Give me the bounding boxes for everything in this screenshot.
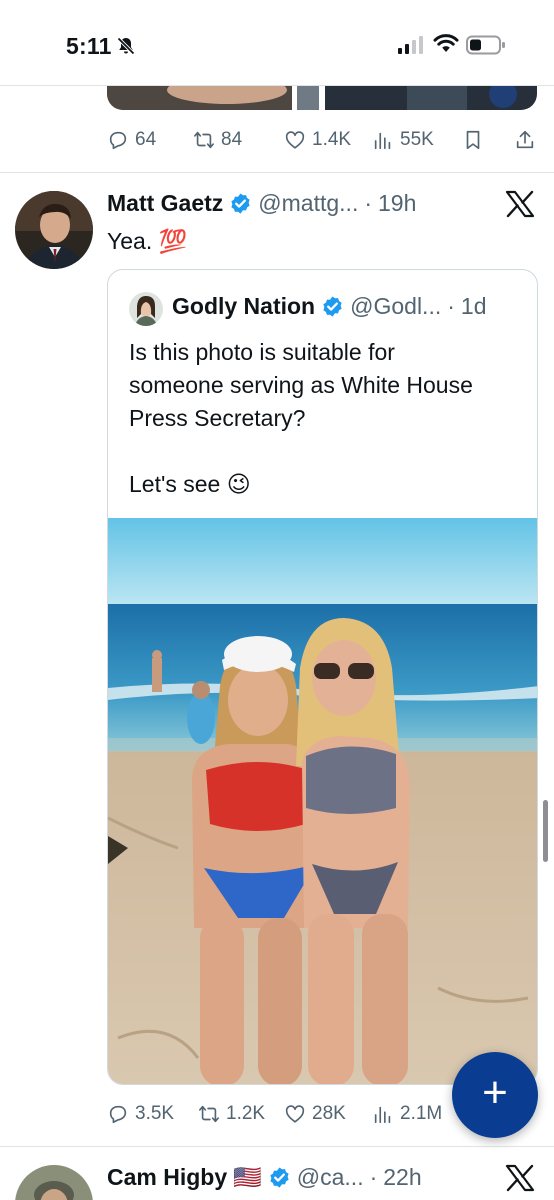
separator-dot: · — [364, 190, 373, 216]
retweet-icon — [199, 1105, 219, 1123]
reply-count: 3.5K — [135, 1103, 175, 1124]
quote-author-handle: @Godl... — [350, 293, 442, 319]
quote-time: 1d — [460, 293, 487, 319]
next-tweet-time[interactable]: 22h — [383, 1164, 421, 1191]
share-button[interactable] — [514, 125, 536, 155]
verified-icon — [270, 1167, 289, 1188]
verified-icon — [323, 296, 342, 317]
reply-icon — [109, 131, 127, 150]
reply-count: 64 — [135, 129, 157, 150]
previous-tweet-media[interactable] — [107, 86, 537, 110]
scroll-indicator[interactable] — [543, 800, 548, 862]
bookmark-button[interactable] — [462, 125, 484, 155]
reply-button[interactable]: 64 — [107, 125, 156, 155]
views-icon — [374, 132, 391, 150]
bookmark-icon — [466, 130, 480, 150]
retweet-count: 84 — [221, 129, 243, 150]
views-button[interactable]: 2.1M — [372, 1099, 442, 1129]
retweet-button[interactable]: 84 — [193, 125, 242, 155]
quote-author-name: Godly Nation — [172, 293, 316, 319]
compose-button[interactable]: + — [452, 1052, 538, 1138]
retweet-icon — [194, 131, 214, 149]
like-count: 28K — [312, 1103, 346, 1124]
signal-icon — [398, 36, 423, 54]
quoted-tweet-card[interactable]: Godly Nation @Godl... · 1d Is this photo… — [107, 269, 538, 1085]
views-button[interactable]: 55K — [372, 125, 434, 155]
next-author-avatar[interactable] — [15, 1165, 93, 1200]
tweet-divider — [0, 1146, 554, 1147]
like-icon — [285, 131, 305, 149]
tweet-time[interactable]: 19h — [378, 190, 416, 217]
next-author-handle[interactable]: @ca... — [297, 1164, 364, 1191]
next-author-line: Cam Higby 🇺🇸 @ca... · 22h — [107, 1164, 422, 1191]
compose-plus-icon: + — [482, 1068, 508, 1117]
status-time: 5:11 — [66, 33, 112, 59]
like-button[interactable]: 1.4K — [284, 125, 351, 155]
next-author-name[interactable]: Cam Higby — [107, 1164, 227, 1191]
author-name[interactable]: Matt Gaetz — [107, 190, 223, 217]
like-button[interactable]: 28K — [284, 1099, 346, 1129]
author-avatar[interactable] — [15, 191, 93, 269]
reply-button[interactable]: 3.5K — [107, 1099, 174, 1129]
tweet-divider — [0, 172, 554, 173]
separator-dot: · — [369, 1164, 378, 1190]
views-icon — [374, 1106, 391, 1124]
retweet-count: 1.2K — [226, 1103, 266, 1124]
like-icon — [285, 1105, 305, 1123]
tweet-text: Yea. 💯 — [107, 228, 188, 254]
verified-icon — [231, 193, 250, 214]
separator-dot: · — [447, 293, 455, 319]
quote-author-line: Godly Nation @Godl... · 1d — [172, 293, 487, 320]
views-count: 55K — [400, 129, 434, 150]
bell-slash-icon — [117, 37, 135, 55]
flag-emoji: 🇺🇸 — [233, 1164, 262, 1190]
quote-text: Is this photo is suitable for someone se… — [129, 339, 473, 497]
retweet-button[interactable]: 1.2K — [198, 1099, 265, 1129]
reply-icon — [109, 1105, 127, 1124]
status-bar: 5:11 — [0, 0, 554, 86]
share-icon — [516, 130, 534, 149]
battery-icon — [466, 35, 505, 55]
quoted-tweet-photo[interactable] — [108, 518, 538, 1085]
wifi-icon — [433, 34, 459, 52]
author-handle[interactable]: @mattg... — [258, 190, 358, 217]
like-count: 1.4K — [312, 129, 352, 150]
views-count: 2.1M — [400, 1103, 443, 1124]
x-logo-icon[interactable] — [505, 190, 535, 218]
x-logo-icon[interactable] — [505, 1164, 535, 1192]
author-line: Matt Gaetz @mattg... · 19h — [107, 190, 416, 217]
quote-author-avatar — [129, 292, 163, 326]
